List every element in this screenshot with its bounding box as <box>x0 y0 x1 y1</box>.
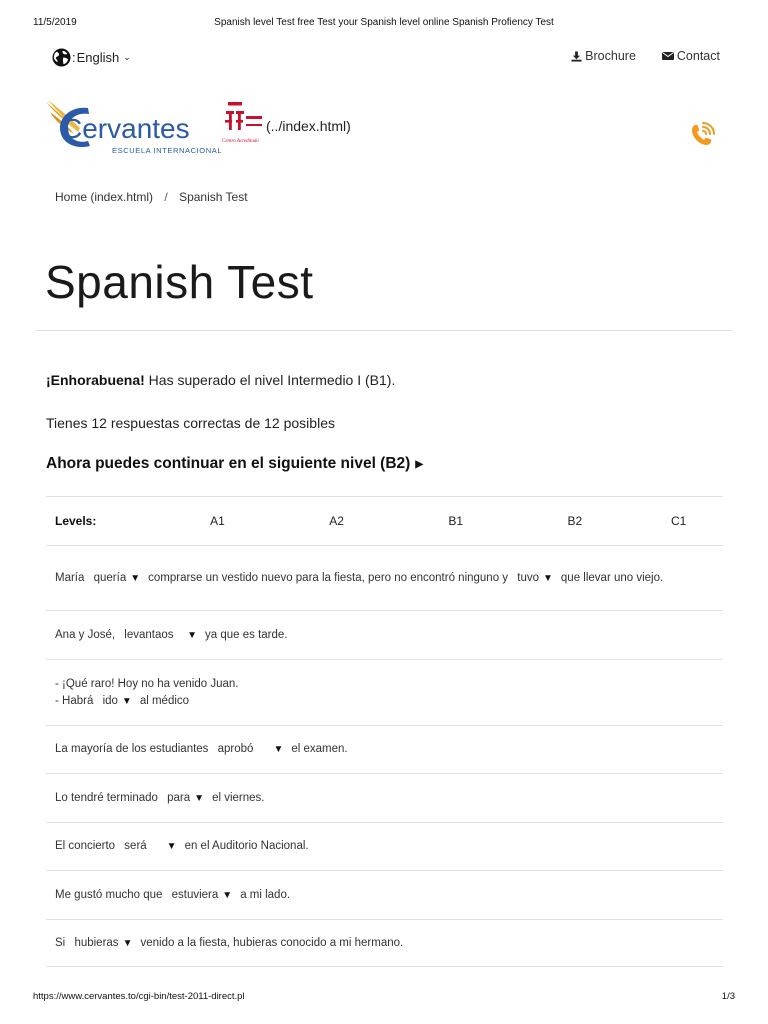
dropdown-arrow-icon: ▼ <box>122 937 133 949</box>
badge-caption: Centro Acreditado <box>222 139 259 144</box>
answer-value: hubieras <box>74 936 119 949</box>
cervantes-logo[interactable]: Cervantes ESCUELA INTERNACIONAL Centro A… <box>44 98 266 158</box>
question-text: el viernes. <box>212 791 265 804</box>
question-row-4: La mayoría de los estudiantes aprobó ▼ el… <box>46 725 723 773</box>
dropdown-arrow-icon: ▼ <box>194 792 205 804</box>
question-text: comprarse un vestido nuevo para la fiest… <box>148 571 509 584</box>
levels-label: Levels: <box>55 514 97 528</box>
question-row-8: Si hubieras ▼ venido a la fiesta, hubieras… <box>46 919 723 967</box>
dropdown-arrow-icon: ▼ <box>543 572 553 584</box>
level-b1[interactable]: B1 <box>396 514 515 528</box>
logo-wordmark: Cervantes <box>62 113 190 144</box>
answer-select[interactable]: hubieras ▼ <box>74 935 140 952</box>
question-text: - ¡Qué raro! Hoy no ha venido Juan. <box>55 677 239 690</box>
print-url: https://www.cervantes.to/cgi-bin/test-20… <box>33 991 245 1002</box>
dropdown-arrow-icon: ▼ <box>187 629 198 641</box>
question-text: Ana y José, <box>55 628 116 641</box>
answer-select[interactable]: ido ▼ <box>103 693 140 710</box>
globe-icon <box>52 48 71 67</box>
question-text: al médico <box>139 694 190 707</box>
language-selector[interactable]: : English ⌄ <box>52 48 131 67</box>
congrats-message: ¡Enhorabuena! Has superado el nivel Inte… <box>46 372 395 388</box>
breadcrumb-current: Spanish Test <box>179 190 248 204</box>
breadcrumb-home[interactable]: Home (index.html) <box>55 190 153 204</box>
dropdown-arrow-icon: ▼ <box>121 695 132 707</box>
contact-link[interactable]: Contact <box>661 49 720 63</box>
logo-subtitle: ESCUELA INTERNACIONAL <box>112 146 222 155</box>
congrats-text: Has superado el nivel Intermedio I (B1). <box>144 372 396 388</box>
next-level-label: Ahora puedes continuar en el siguiente n… <box>46 455 411 472</box>
levels-row: Levels: A1 A2 B1 B2 C1 <box>46 496 723 545</box>
question-text: ya que es tarde. <box>205 628 288 641</box>
print-doc-title: Spanish level Test free Test your Spanis… <box>214 17 554 28</box>
answer-value: aprobó <box>217 743 270 755</box>
question-row-1: María quería ▼ comprarse un vestido nuevo … <box>46 545 723 610</box>
chevron-down-icon: ⌄ <box>123 52 131 62</box>
answer-select[interactable]: estuviera ▼ <box>172 887 241 904</box>
congrats-bold: ¡Enhorabuena! <box>46 372 145 388</box>
contact-label: Contact <box>676 49 720 63</box>
answer-select[interactable]: será ▼ <box>124 838 184 855</box>
answer-value: estuviera <box>171 888 219 901</box>
answer-select[interactable]: levantaos ▼ <box>124 627 205 644</box>
question-text: Me gustó mucho que <box>55 888 163 901</box>
top-bar: : English ⌄ Brochure Contact <box>46 46 722 74</box>
answer-value: ido <box>102 694 118 707</box>
page-title: Spanish Test <box>45 256 314 308</box>
caret-right-icon: ▶ <box>415 458 424 470</box>
breadcrumb: Home (index.html) / Spanish Test <box>55 190 248 204</box>
print-header: 11/5/2019 Spanish level Test free Test y… <box>33 17 735 31</box>
breadcrumb-separator: / <box>164 190 168 204</box>
question-row-6: El concierto será ▼ en el Auditorio Nacio… <box>46 822 723 870</box>
dropdown-arrow-icon: ▼ <box>273 744 284 755</box>
phone-icon[interactable] <box>686 119 718 151</box>
question-text: en el Auditorio Nacional. <box>184 840 309 852</box>
brochure-link[interactable]: Brochure <box>571 49 636 63</box>
question-text: - Habrá <box>55 694 94 707</box>
question-row-5: Lo tendré terminado para ▼ el viernes. <box>46 773 723 822</box>
dropdown-arrow-icon: ▼ <box>166 841 177 852</box>
level-b2[interactable]: B2 <box>515 514 634 528</box>
answer-select[interactable]: quería ▼ <box>94 570 149 587</box>
answer-select[interactable]: para ▼ <box>167 790 212 807</box>
top-links: Brochure Contact <box>571 49 720 63</box>
question-text: El concierto <box>55 840 116 852</box>
level-c1[interactable]: C1 <box>634 514 723 528</box>
title-divider <box>36 330 732 331</box>
download-icon <box>571 50 582 62</box>
print-footer: https://www.cervantes.to/cgi-bin/test-20… <box>33 991 735 1003</box>
answer-value: quería <box>93 571 127 584</box>
answer-select[interactable]: aprobó ▼ <box>218 741 292 758</box>
question-row-7: Me gustó mucho que estuviera ▼ a mi lado. <box>46 870 723 919</box>
score-text: Tienes 12 respuestas correctas de 12 pos… <box>46 415 335 431</box>
question-text: que llevar uno viejo. <box>560 571 664 584</box>
answer-value: levantaos <box>124 628 184 641</box>
next-level-link[interactable]: Ahora puedes continuar en el siguiente n… <box>46 455 423 473</box>
dropdown-arrow-icon: ▼ <box>222 889 233 901</box>
answer-value: para <box>167 791 191 804</box>
question-text: el examen. <box>291 743 348 755</box>
dropdown-arrow-icon: ▼ <box>130 572 141 584</box>
brochure-label: Brochure <box>585 49 636 63</box>
instituto-cervantes-badge: Centro Acreditado <box>222 102 262 144</box>
answer-value: tuvo <box>517 571 539 584</box>
level-a1[interactable]: A1 <box>158 514 277 528</box>
quiz-table: Levels: A1 A2 B1 B2 C1 María quería ▼ comp… <box>46 496 723 967</box>
logo-link-text[interactable]: (../index.html) <box>266 118 351 134</box>
question-text: venido a la fiesta, hubieras conocido a … <box>140 936 404 949</box>
level-a2[interactable]: A2 <box>277 514 396 528</box>
question-text: La mayoría de los estudiantes <box>55 743 209 755</box>
envelope-icon <box>661 52 674 60</box>
question-text: Si <box>55 936 66 949</box>
answer-value: será <box>124 840 163 852</box>
question-text: a mi lado. <box>240 888 291 901</box>
answer-select[interactable]: tuvo ▼ <box>517 570 561 587</box>
print-page-number: 1/3 <box>721 991 735 1002</box>
question-row-3: - ¡Qué raro! Hoy no ha venido Juan. - Ha… <box>46 659 723 725</box>
question-text: María <box>55 571 85 584</box>
language-label: English <box>76 50 120 65</box>
logo-row: Cervantes ESCUELA INTERNACIONAL Centro A… <box>44 98 722 160</box>
question-text: Lo tendré terminado <box>55 791 158 804</box>
question-row-2: Ana y José, levantaos ▼ ya que es tarde. <box>46 610 723 659</box>
